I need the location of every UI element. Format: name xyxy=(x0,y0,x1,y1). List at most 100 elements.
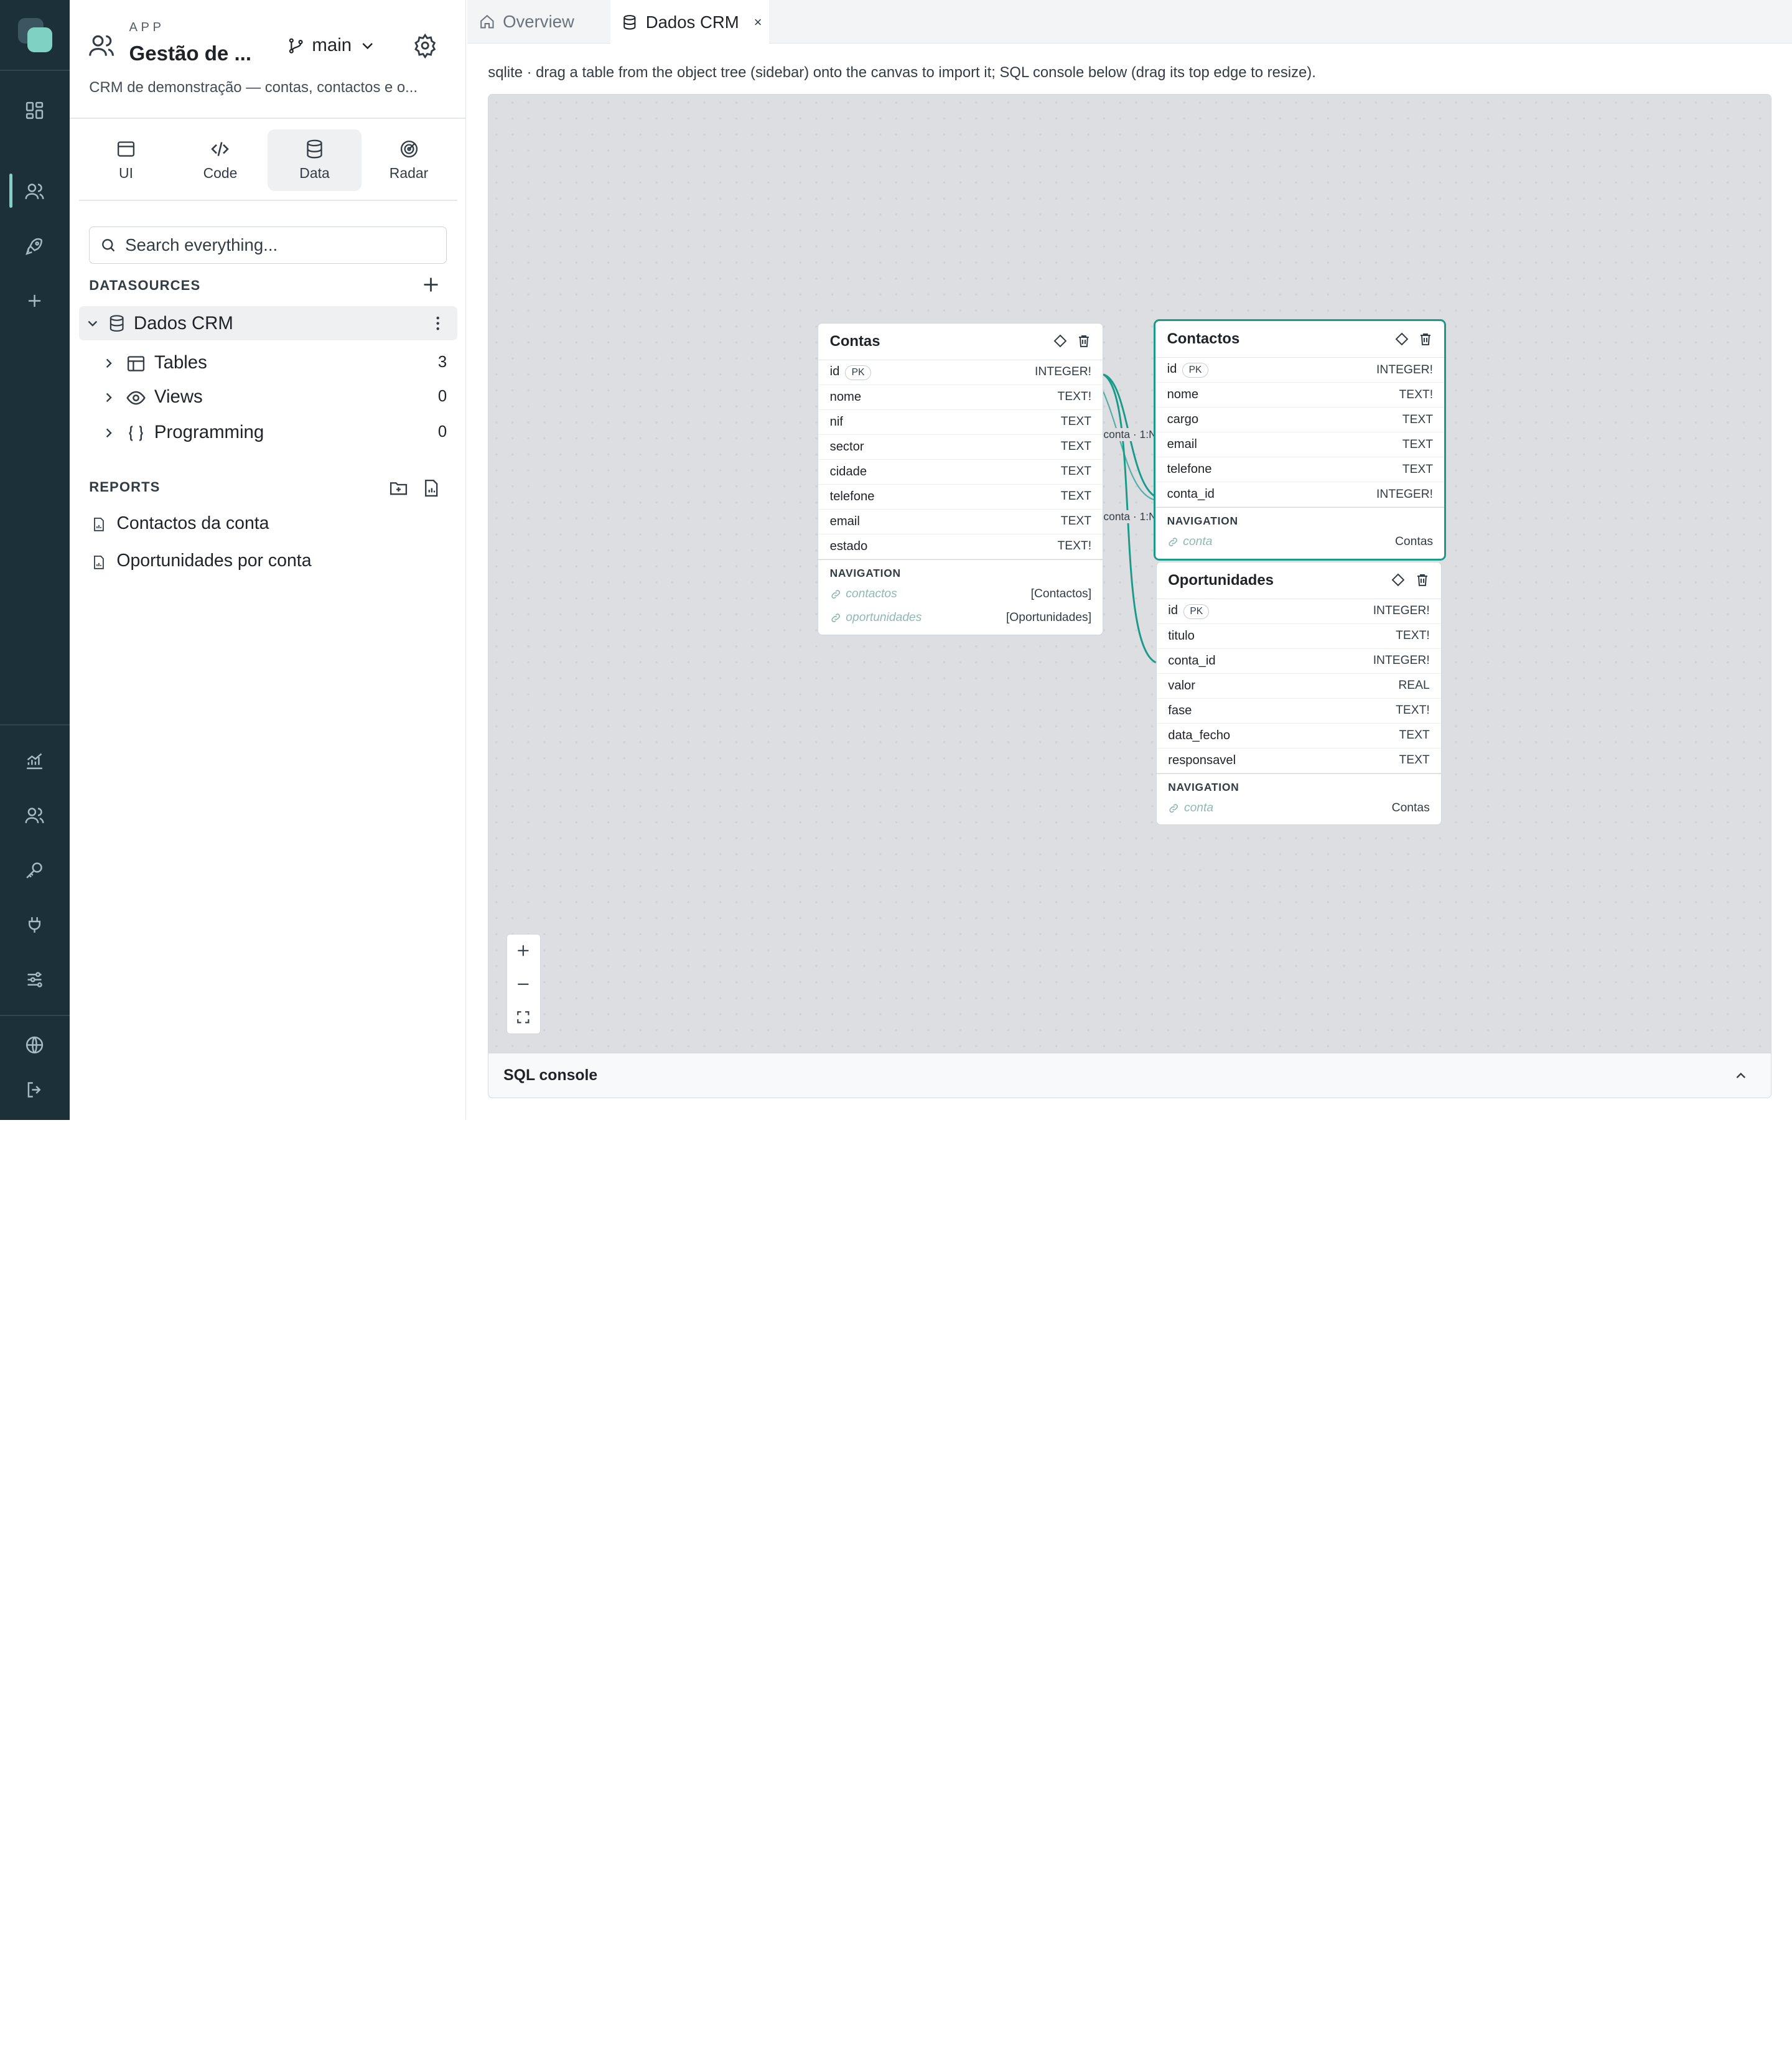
window-icon xyxy=(117,141,135,157)
column-name: fase xyxy=(1168,703,1192,717)
tree-item-tables[interactable]: Tables 3 xyxy=(98,348,447,378)
kebab-menu-icon[interactable] xyxy=(429,314,447,332)
column-name: id PK xyxy=(1167,362,1376,378)
column-row[interactable]: email TEXT xyxy=(818,510,1103,534)
new-folder-icon[interactable] xyxy=(388,478,409,498)
column-row[interactable]: nif TEXT xyxy=(818,410,1103,435)
add-datasource-plus-icon[interactable] xyxy=(421,274,441,295)
mode-radar[interactable]: Radar xyxy=(362,129,456,191)
column-row[interactable]: telefone TEXT xyxy=(818,485,1103,510)
new-report-icon[interactable] xyxy=(421,478,441,498)
table-card-contactos[interactable]: Contactos id PK INTEGER! nome TEXT! cargo TEXT… xyxy=(1154,319,1447,561)
navigation-row[interactable]: conta Contas xyxy=(1168,796,1430,820)
column-row[interactable]: fase TEXT! xyxy=(1156,699,1442,724)
column-name: nome xyxy=(1167,388,1199,402)
navigation-row[interactable]: oportunidades [Oportunidades] xyxy=(830,606,1091,630)
navigation-name: conta xyxy=(1168,801,1391,815)
apps-icon[interactable] xyxy=(16,91,54,129)
locate-icon[interactable] xyxy=(1391,572,1406,587)
trash-icon[interactable] xyxy=(1415,572,1430,587)
mode-ui[interactable]: UI xyxy=(79,129,174,191)
column-row[interactable]: conta_id INTEGER! xyxy=(1155,482,1445,508)
chevron-right-icon[interactable] xyxy=(101,389,117,406)
trash-icon[interactable] xyxy=(1076,334,1091,348)
rail-divider xyxy=(0,1014,70,1016)
navigation-row[interactable]: conta Contas xyxy=(1167,530,1433,554)
column-row[interactable]: titulo TEXT! xyxy=(1156,624,1442,649)
navigation-row[interactable]: contactos [Contactos] xyxy=(830,582,1091,607)
zoom-out-minus-icon[interactable] xyxy=(507,968,540,1001)
branch-selector[interactable]: main xyxy=(287,33,376,58)
tab-bar: Overview Dados CRM × xyxy=(467,0,1792,45)
rail-divider xyxy=(0,70,70,71)
column-row[interactable]: responsavel TEXT xyxy=(1156,749,1442,773)
table-card-oportunidades[interactable]: Oportunidades id PK INTEGER! titulo TEXT! con… xyxy=(1155,561,1442,826)
link-icon xyxy=(831,613,840,623)
column-list: id PK INTEGER! nome TEXT! nif TEXT sector TEXT ci… xyxy=(818,360,1103,559)
report-icon xyxy=(94,518,104,531)
table-card-contas[interactable]: Contas id PK INTEGER! nome TEXT! nif TEXT secto… xyxy=(818,322,1104,636)
branch-name: main xyxy=(312,35,352,56)
relation-line xyxy=(1103,391,1157,501)
report-item[interactable]: Contactos da conta xyxy=(89,511,443,538)
plus-icon[interactable] xyxy=(16,282,54,320)
column-row[interactable]: id PK INTEGER! xyxy=(1155,358,1445,383)
column-row[interactable]: cidade TEXT xyxy=(818,460,1103,485)
trash-icon[interactable] xyxy=(1418,332,1433,347)
pk-badge: PK xyxy=(845,365,871,380)
column-row[interactable]: id PK INTEGER! xyxy=(818,360,1103,385)
column-row[interactable]: nome TEXT! xyxy=(1155,383,1445,408)
gear-icon[interactable] xyxy=(413,33,437,58)
column-row[interactable]: sector TEXT xyxy=(818,435,1103,460)
column-row[interactable]: nome TEXT! xyxy=(818,385,1103,410)
globe-icon[interactable] xyxy=(16,1026,54,1064)
column-name: estado xyxy=(829,539,868,553)
column-row[interactable]: id PK INTEGER! xyxy=(1156,599,1442,624)
column-row[interactable]: valor REAL xyxy=(1156,674,1442,699)
tree-count: 0 xyxy=(437,422,447,441)
chevron-right-icon[interactable] xyxy=(101,355,117,371)
pk-badge: PK xyxy=(1183,604,1210,619)
eye-icon xyxy=(126,391,146,405)
column-row[interactable]: telefone TEXT xyxy=(1155,457,1445,483)
tab-dados-crm[interactable]: Dados CRM × xyxy=(610,0,770,45)
search-box[interactable] xyxy=(89,226,447,264)
analytics-icon[interactable] xyxy=(16,742,54,780)
tree-item-views[interactable]: Views 0 xyxy=(98,383,447,413)
rocket-icon[interactable] xyxy=(16,228,54,266)
column-row[interactable]: estado TEXT! xyxy=(818,534,1103,559)
mode-code[interactable]: Code xyxy=(173,129,268,191)
users-icon[interactable] xyxy=(16,172,54,210)
report-item[interactable]: Oportunidades por conta xyxy=(89,549,443,576)
search-input[interactable] xyxy=(125,235,422,255)
chevron-right-icon[interactable] xyxy=(101,425,117,441)
column-name: nome xyxy=(829,389,862,404)
logo-icon[interactable] xyxy=(18,18,53,53)
column-row[interactable]: email TEXT xyxy=(1155,432,1445,458)
close-tab-icon[interactable]: × xyxy=(754,14,762,30)
tree-item-programming[interactable]: Programming 0 xyxy=(98,418,447,448)
tab-overview[interactable]: Overview xyxy=(467,0,600,44)
plug-icon[interactable] xyxy=(16,907,54,945)
zoom-in-plus-icon[interactable] xyxy=(507,935,540,968)
chevron-up-icon[interactable] xyxy=(1733,1068,1749,1084)
erd-canvas[interactable]: conta · 1:N conta · 1:N Contas id PK INTEG… xyxy=(488,93,1771,1054)
column-row[interactable]: data_fecho TEXT xyxy=(1156,724,1442,749)
datasources-heading: DATASOURCES xyxy=(89,278,201,294)
zoom-controls xyxy=(506,933,541,1035)
key-icon[interactable] xyxy=(16,851,54,889)
datasource-item[interactable]: Dados CRM xyxy=(78,306,457,341)
mode-data[interactable]: Data xyxy=(267,129,362,191)
chevron-down-icon[interactable] xyxy=(85,315,101,332)
logout-icon[interactable] xyxy=(16,1071,54,1109)
column-row[interactable]: conta_id INTEGER! xyxy=(1156,649,1442,674)
sliders-icon[interactable] xyxy=(16,961,54,999)
locate-icon[interactable] xyxy=(1053,334,1068,348)
fit-view-icon[interactable] xyxy=(507,1001,540,1033)
locate-icon[interactable] xyxy=(1394,332,1409,347)
column-row[interactable]: cargo TEXT xyxy=(1155,408,1445,433)
app-kicker: APP xyxy=(129,21,165,35)
tree-count: 3 xyxy=(437,353,447,371)
team-icon[interactable] xyxy=(16,796,54,834)
sql-console-bar[interactable]: SQL console xyxy=(488,1052,1771,1099)
